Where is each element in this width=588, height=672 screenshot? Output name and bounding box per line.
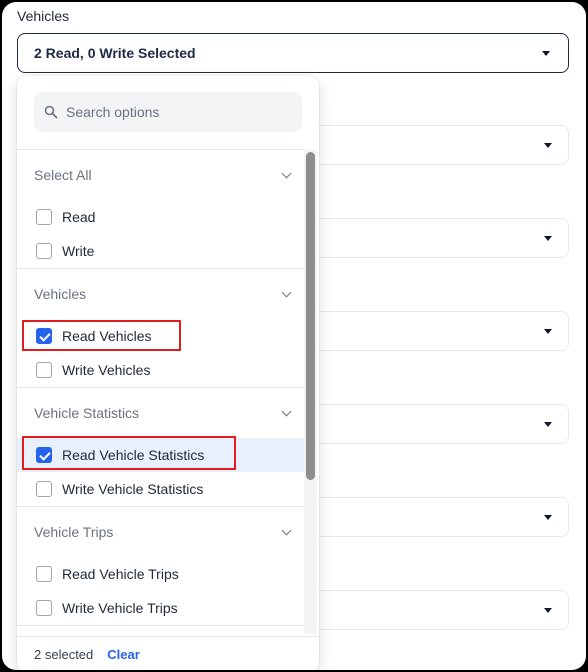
select-value: 2 Read, 0 Write Selected [34,45,196,61]
scrollbar-thumb[interactable] [306,152,315,480]
group-header-vehicle-trips[interactable]: Vehicle Trips [34,522,292,542]
selected-count: 2 selected [34,647,94,662]
field-label: Vehicles [17,8,70,24]
caret-down-icon [544,608,552,613]
checkbox-checked[interactable] [36,447,52,463]
chevron-down-icon [281,168,292,179]
option-label: Write [62,243,95,259]
divider [17,625,305,626]
chevron-down-icon [281,287,292,298]
caret-down-icon [544,422,552,427]
background-select[interactable] [302,125,569,165]
search-icon [44,105,58,119]
option-read-vehicles[interactable]: Read Vehicles [17,319,305,353]
divider [17,387,305,388]
background-select[interactable] [302,404,569,444]
option-write-vehicle-statistics[interactable]: Write Vehicle Statistics [17,472,305,506]
background-select[interactable] [302,497,569,537]
caret-down-icon [544,329,552,334]
option-write-vehicles[interactable]: Write Vehicles [17,353,305,387]
background-select[interactable] [302,590,569,630]
option-read[interactable]: Read [17,200,305,234]
search-box[interactable] [34,92,302,132]
group-header-vehicles[interactable]: Vehicles [34,284,292,304]
checkbox[interactable] [36,481,52,497]
clear-button[interactable]: Clear [107,647,140,662]
option-write[interactable]: Write [17,234,305,268]
group-title: Select All [34,167,92,183]
chevron-down-icon [281,525,292,536]
group-header-select-all[interactable]: Select All [34,165,292,185]
app-frame: Vehicles 2 Read, 0 Write Selected Select… [2,2,586,670]
group-title: Vehicles [34,286,87,302]
caret-down-icon [544,236,552,241]
dropdown-footer: 2 selected Clear [17,636,319,670]
option-label: Write Vehicle Trips [62,600,178,616]
caret-down-icon [544,143,552,148]
checkbox-checked[interactable] [36,328,52,344]
checkbox[interactable] [36,600,52,616]
group-title: Vehicle Trips [34,524,114,540]
search-input[interactable] [66,104,286,120]
option-label: Read Vehicle Statistics [62,447,205,463]
caret-down-icon [544,515,552,520]
group-title: Vehicle Statistics [34,405,140,421]
option-write-vehicle-trips[interactable]: Write Vehicle Trips [17,591,305,625]
group-header-vehicle-statistics[interactable]: Vehicle Statistics [34,403,292,423]
option-read-vehicle-statistics[interactable]: Read Vehicle Statistics [17,438,305,472]
option-label: Read [62,209,96,225]
checkbox[interactable] [36,209,52,225]
checkbox[interactable] [36,566,52,582]
divider [17,506,305,507]
background-select[interactable] [302,311,569,351]
background-select[interactable] [302,218,569,258]
divider [17,149,305,150]
divider [17,268,305,269]
option-label: Read Vehicles [62,328,152,344]
chevron-down-icon [281,406,292,417]
option-label: Read Vehicle Trips [62,566,179,582]
options-dropdown: Select All Read Write Vehicles Read Vehi… [17,76,319,670]
checkbox[interactable] [36,243,52,259]
vehicles-select[interactable]: 2 Read, 0 Write Selected [17,33,569,73]
option-label: Write Vehicles [62,362,151,378]
caret-down-icon [542,51,550,56]
checkbox[interactable] [36,362,52,378]
option-read-vehicle-trips[interactable]: Read Vehicle Trips [17,557,305,591]
option-label: Write Vehicle Statistics [62,481,204,497]
